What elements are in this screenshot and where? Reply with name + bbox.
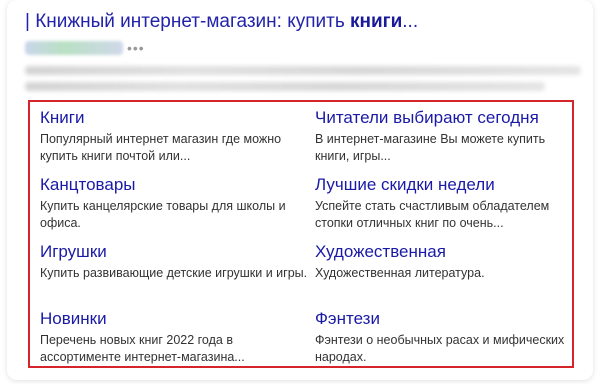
sitelink-title[interactable]: Фэнтези bbox=[315, 309, 570, 329]
sitelink-title[interactable]: Игрушки bbox=[40, 242, 308, 262]
sitelink-description: Фэнтези о необычных расах и мифических н… bbox=[315, 333, 565, 364]
sitelink-description: Перечень новых книг 2022 года в ассортим… bbox=[40, 333, 245, 364]
more-options-icon[interactable]: ••• bbox=[127, 41, 145, 55]
result-url-blurred[interactable] bbox=[25, 41, 123, 55]
sitelink-title[interactable]: Новинки bbox=[40, 309, 308, 329]
search-results-page: | Книжный интернет-магазин: купить книги… bbox=[0, 0, 600, 384]
sitelink-title[interactable]: Читатели выбирают сегодня bbox=[315, 108, 570, 128]
sitelink-description: Купить канцелярские товары для школы и о… bbox=[40, 199, 286, 230]
sitelink-fiction[interactable]: Художественная Художественная литература… bbox=[315, 242, 570, 282]
sitelink-title[interactable]: Книги bbox=[40, 108, 308, 128]
sitelink-best-discounts[interactable]: Лучшие скидки недели Успейте стать счаст… bbox=[315, 175, 570, 232]
result-title-text[interactable]: | Книжный интернет-магазин: купить bbox=[25, 11, 350, 32]
result-snippet-blurred-line-2 bbox=[25, 82, 545, 91]
result-url-row: ••• bbox=[25, 40, 145, 56]
result-title-ellipsis[interactable]: ... bbox=[402, 11, 418, 32]
sitelink-books[interactable]: Книги Популярный интернет магазин где мо… bbox=[40, 108, 308, 165]
sitelink-toys[interactable]: Игрушки Купить развивающие детские игруш… bbox=[40, 242, 308, 282]
result-snippet-blurred-line-1 bbox=[25, 66, 581, 75]
sitelink-title[interactable]: Лучшие скидки недели bbox=[315, 175, 570, 195]
result-title-link[interactable]: | Книжный интернет-магазин: купить книги… bbox=[25, 10, 418, 34]
result-title-highlight[interactable]: книги bbox=[350, 11, 402, 32]
sitelink-description: Популярный интернет магазин где можно ку… bbox=[40, 132, 282, 163]
sitelink-description: Художественная литература. bbox=[315, 266, 485, 280]
sitelink-stationery[interactable]: Канцтовары Купить канцелярские товары дл… bbox=[40, 175, 308, 232]
sitelink-new-releases[interactable]: Новинки Перечень новых книг 2022 года в … bbox=[40, 309, 308, 366]
sitelink-description: В интернет-магазине Вы можете купить кни… bbox=[315, 132, 546, 163]
sitelink-readers-choice[interactable]: Читатели выбирают сегодня В интернет-маг… bbox=[315, 108, 570, 165]
sitelink-fantasy[interactable]: Фэнтези Фэнтези о необычных расах и мифи… bbox=[315, 309, 570, 366]
sitelink-description: Купить развивающие детские игрушки и игр… bbox=[40, 266, 308, 280]
sitelink-title[interactable]: Канцтовары bbox=[40, 175, 308, 195]
sitelinks-highlight-box: Книги Популярный интернет магазин где мо… bbox=[28, 100, 574, 368]
sitelink-description: Успейте стать счастливым обладателем сто… bbox=[315, 199, 550, 230]
sitelink-title[interactable]: Художественная bbox=[315, 242, 570, 262]
